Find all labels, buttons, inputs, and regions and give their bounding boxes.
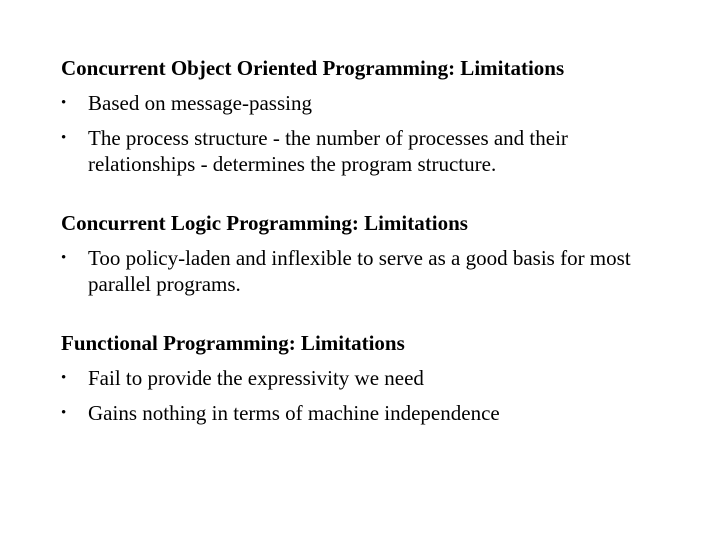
bullet-icon: •: [61, 130, 67, 146]
bullet-list: • Too policy-laden and inflexible to ser…: [61, 245, 681, 297]
bullet-text: Fail to provide the expressivity we need: [88, 366, 424, 390]
bullet-text: Gains nothing in terms of machine indepe…: [88, 401, 500, 425]
bullet-text: Too policy-laden and inflexible to serve…: [88, 246, 631, 296]
bullet-icon: •: [61, 250, 67, 266]
section-heading: Functional Programming: Limitations: [61, 331, 405, 355]
bullet-icon: •: [61, 95, 67, 111]
section-heading: Concurrent Logic Programming: Limitation…: [61, 211, 468, 235]
bullet-text: The process structure - the number of pr…: [88, 126, 568, 176]
bullet-list: • Fail to provide the expressivity we ne…: [61, 365, 681, 426]
bullet-item: • Fail to provide the expressivity we ne…: [61, 365, 681, 391]
bullet-item: • Too policy-laden and inflexible to ser…: [61, 245, 681, 297]
bullet-text: Based on message-passing: [88, 91, 312, 115]
bullet-list: • Based on message-passing • The process…: [61, 90, 681, 177]
section-functional: Functional Programming: Limitations • Fa…: [61, 330, 681, 426]
section-concurrent-logic: Concurrent Logic Programming: Limitation…: [61, 210, 681, 297]
bullet-icon: •: [61, 405, 67, 421]
bullet-item: • Gains nothing in terms of machine inde…: [61, 400, 681, 426]
bullet-icon: •: [61, 370, 67, 386]
section-heading: Concurrent Object Oriented Programming: …: [61, 56, 565, 80]
section-concurrent-oop: Concurrent Object Oriented Programming: …: [61, 55, 681, 177]
slide-content: Concurrent Object Oriented Programming: …: [61, 55, 681, 435]
bullet-item: • The process structure - the number of …: [61, 125, 681, 177]
bullet-item: • Based on message-passing: [61, 90, 681, 116]
